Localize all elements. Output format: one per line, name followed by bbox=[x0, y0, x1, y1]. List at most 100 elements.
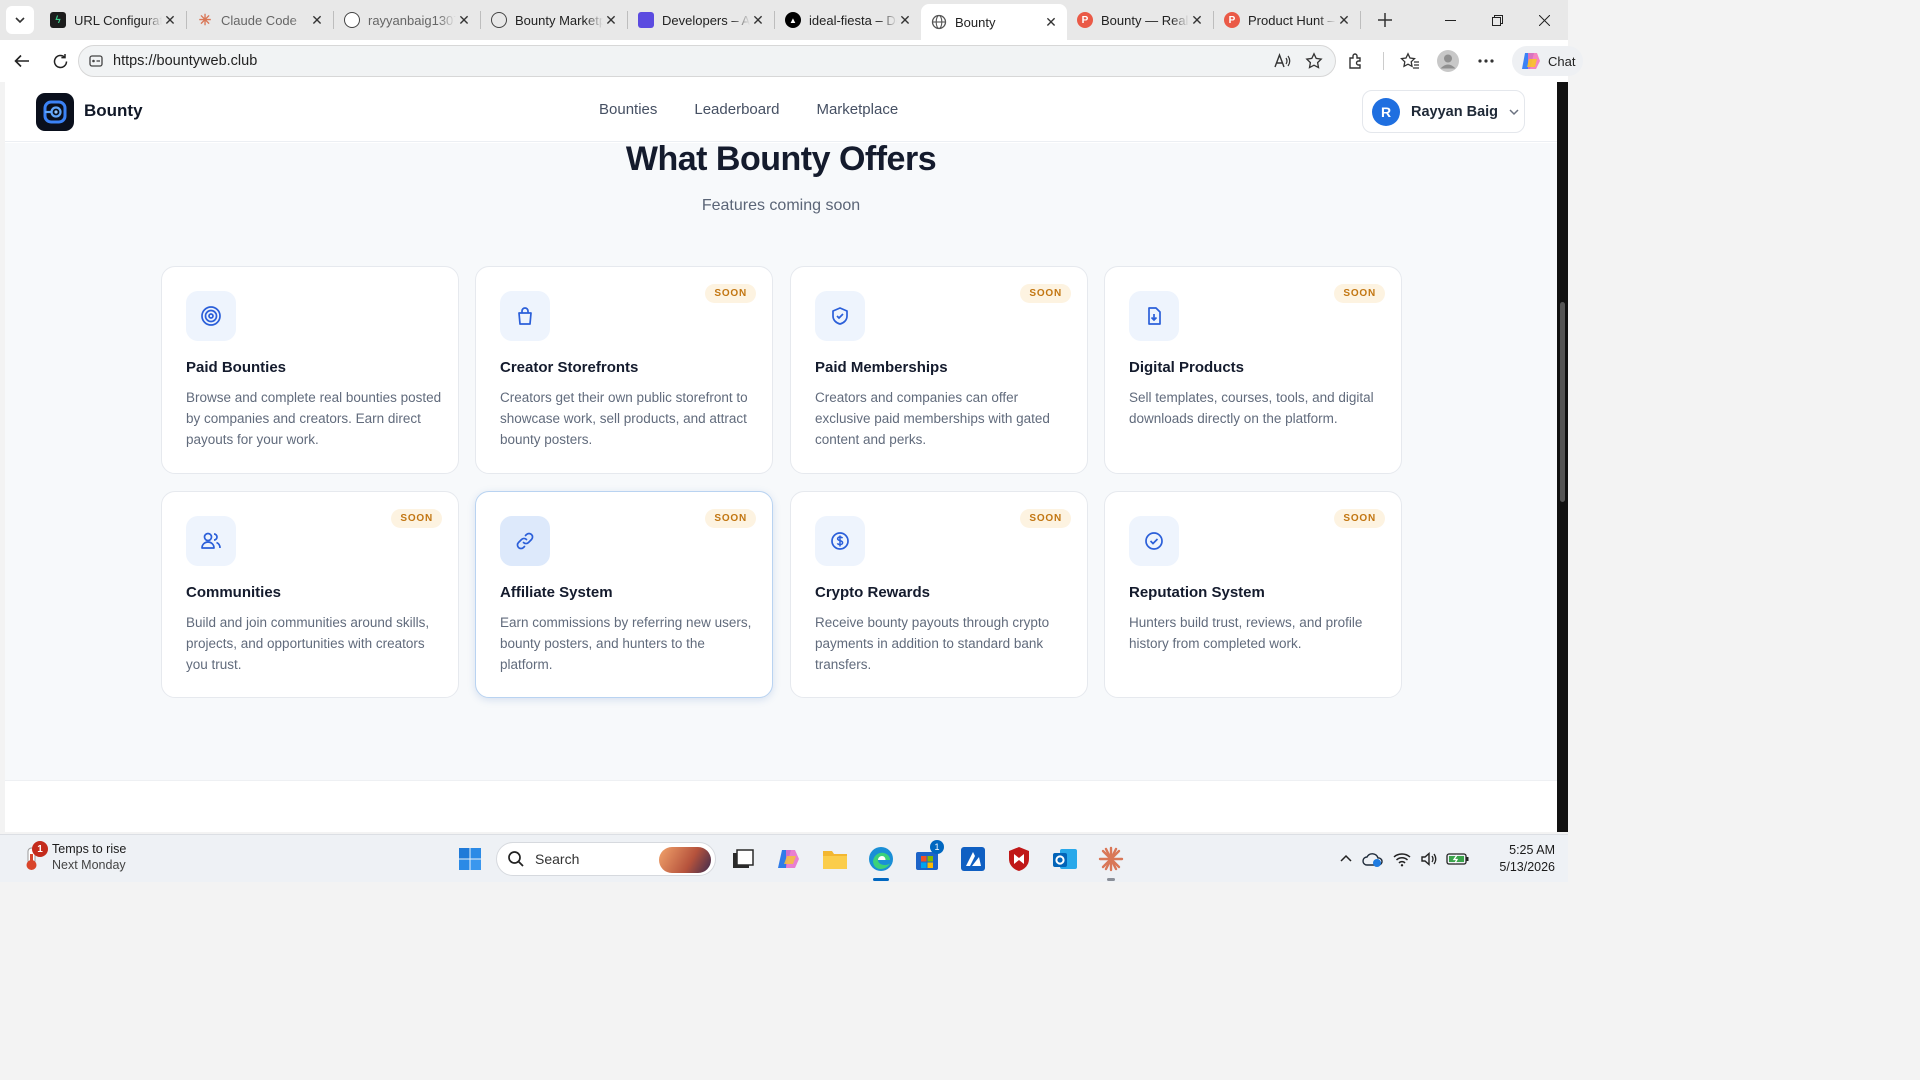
shield-check-icon bbox=[832, 307, 848, 325]
nav-marketplace[interactable]: Marketplace bbox=[816, 101, 898, 118]
browser-tab[interactable]: Developers – API ✕ bbox=[628, 4, 774, 36]
feature-card-digital-products[interactable]: SOON Digital Products Sell templates, co… bbox=[1104, 266, 1402, 474]
outlook-button[interactable] bbox=[1046, 840, 1084, 878]
copilot-chat-button[interactable]: Chat bbox=[1512, 46, 1584, 76]
start-button[interactable] bbox=[452, 841, 488, 877]
browser-tab-active[interactable]: Bounty ✕ bbox=[921, 4, 1067, 40]
wifi-icon[interactable] bbox=[1392, 851, 1412, 867]
windows-taskbar: 1 Temps to rise Next Monday Search 1 5:2… bbox=[0, 834, 1568, 882]
copilot-icon bbox=[1522, 53, 1540, 69]
arrow-left-icon bbox=[14, 54, 29, 68]
feature-title: Digital Products bbox=[1129, 359, 1245, 376]
browser-tab[interactable]: ϟ URL Configuration ✕ bbox=[40, 4, 186, 36]
close-tab-icon[interactable]: ✕ bbox=[897, 12, 913, 29]
tab-title: Claude Code bbox=[221, 12, 297, 28]
nav-leaderboard[interactable]: Leaderboard bbox=[694, 101, 779, 118]
close-tab-icon[interactable]: ✕ bbox=[1336, 12, 1352, 29]
new-tab-button[interactable] bbox=[1367, 6, 1403, 34]
page-viewport: Bounty Bounties Leaderboard Marketplace … bbox=[5, 82, 1557, 832]
close-tab-icon[interactable]: ✕ bbox=[456, 12, 472, 29]
users-icon bbox=[201, 532, 221, 549]
running-indicator bbox=[873, 878, 889, 881]
page-scrollbar[interactable] bbox=[1557, 82, 1568, 832]
feature-description: Sell templates, courses, tools, and digi… bbox=[1129, 390, 1374, 426]
system-tray bbox=[1338, 841, 1470, 877]
volume-icon[interactable] bbox=[1420, 851, 1438, 867]
browser-tab[interactable]: rayyanbaig1307 ✕ bbox=[334, 4, 480, 36]
mcafee-button[interactable] bbox=[1000, 840, 1038, 878]
feature-icon-box bbox=[815, 291, 865, 341]
brand-name[interactable]: Bounty bbox=[84, 101, 143, 121]
browser-tab[interactable]: ▲ ideal-fiesta – Deployment ✕ bbox=[775, 4, 921, 36]
soon-badge: SOON bbox=[1020, 284, 1071, 303]
close-tab-icon[interactable]: ✕ bbox=[750, 12, 766, 29]
battery-charging-icon[interactable] bbox=[1446, 852, 1470, 866]
nav-bounties[interactable]: Bounties bbox=[599, 101, 657, 118]
tab-actions-button[interactable] bbox=[6, 6, 34, 34]
close-window-button[interactable] bbox=[1521, 0, 1568, 40]
settings-more-button[interactable] bbox=[1470, 45, 1502, 77]
profile-button[interactable] bbox=[1432, 45, 1464, 77]
tab-separator bbox=[1378, 45, 1388, 77]
favorites-button[interactable] bbox=[1394, 45, 1426, 77]
onedrive-icon[interactable] bbox=[1362, 850, 1384, 868]
back-button[interactable] bbox=[4, 45, 40, 77]
app-tile-icon bbox=[961, 847, 985, 871]
close-tab-icon[interactable]: ✕ bbox=[1189, 12, 1205, 29]
system-clock[interactable]: 5:25 AM 5/13/2026 bbox=[1487, 842, 1555, 876]
microsoft-store-button[interactable]: 1 bbox=[908, 840, 946, 878]
feature-title: Paid Bounties bbox=[186, 359, 287, 376]
feature-title: Creator Storefronts bbox=[500, 359, 639, 376]
task-view-button[interactable] bbox=[724, 840, 762, 878]
restore-button[interactable] bbox=[1474, 0, 1521, 40]
browser-tab[interactable]: Bounty Marketplace ✕ bbox=[481, 4, 627, 36]
feature-icon-box bbox=[1129, 291, 1179, 341]
feature-title: Paid Memberships bbox=[815, 359, 948, 376]
feature-card-paid-bounties[interactable]: Paid Bounties Browse and complete real b… bbox=[161, 266, 459, 474]
close-tab-icon[interactable]: ✕ bbox=[1043, 14, 1059, 31]
close-tab-icon[interactable]: ✕ bbox=[309, 12, 325, 29]
browser-tab[interactable]: ✳ Claude Code ✕ bbox=[187, 4, 333, 36]
edge-browser-button[interactable] bbox=[862, 840, 900, 881]
more-horizontal-icon bbox=[1478, 59, 1494, 63]
github-favicon bbox=[344, 12, 360, 28]
target-icon bbox=[201, 306, 221, 326]
extensions-button[interactable] bbox=[1340, 45, 1372, 77]
read-aloud-icon[interactable] bbox=[1273, 53, 1291, 69]
soon-badge: SOON bbox=[705, 284, 756, 303]
azure-vpn-button[interactable] bbox=[954, 840, 992, 878]
close-tab-icon[interactable]: ✕ bbox=[162, 12, 178, 29]
taskbar-search[interactable]: Search bbox=[496, 842, 716, 876]
weather-widget[interactable]: 1 Temps to rise Next Monday bbox=[20, 841, 126, 873]
feature-card-communities[interactable]: SOON Communities Build and join communit… bbox=[161, 491, 459, 698]
browser-tab[interactable]: P Product Hunt – The best new products ✕ bbox=[1214, 4, 1360, 36]
copilot-app-button[interactable] bbox=[770, 840, 808, 878]
feature-icon-box bbox=[815, 516, 865, 566]
feature-card-crypto-rewards[interactable]: SOON Crypto Rewards Receive bounty payou… bbox=[790, 491, 1088, 698]
chevron-up-icon[interactable] bbox=[1338, 851, 1354, 867]
bounty-logo[interactable] bbox=[36, 93, 74, 131]
claude-app-button[interactable] bbox=[1092, 840, 1130, 881]
user-menu-button[interactable]: R Rayyan Baig bbox=[1362, 90, 1525, 133]
feature-card-paid-memberships[interactable]: SOON Paid Memberships Creators and compa… bbox=[790, 266, 1088, 474]
site-info-icon[interactable] bbox=[89, 54, 103, 68]
address-bar[interactable]: https://bountyweb.club bbox=[78, 45, 1336, 77]
close-icon bbox=[1539, 14, 1550, 26]
feature-card-reputation-system[interactable]: SOON Reputation System Hunters build tru… bbox=[1104, 491, 1402, 698]
store-notification-badge: 1 bbox=[930, 840, 944, 854]
scrollbar-thumb[interactable] bbox=[1560, 302, 1565, 502]
file-explorer-button[interactable] bbox=[816, 840, 854, 878]
close-tab-icon[interactable]: ✕ bbox=[603, 12, 619, 29]
refresh-button[interactable] bbox=[42, 45, 78, 77]
favorite-star-icon[interactable] bbox=[1305, 52, 1323, 70]
feature-card-creator-storefronts[interactable]: SOON Creator Storefronts Creators get th… bbox=[475, 266, 773, 474]
search-highlight-image bbox=[659, 847, 711, 873]
url-text[interactable]: https://bountyweb.club bbox=[113, 53, 257, 69]
claude-favicon: ✳ bbox=[198, 12, 212, 29]
feature-card-affiliate-system[interactable]: SOON Affiliate System Earn commissions b… bbox=[475, 491, 773, 698]
minimize-button[interactable] bbox=[1427, 0, 1474, 40]
notification-badge: 1 bbox=[32, 841, 48, 857]
soon-badge: SOON bbox=[1020, 509, 1071, 528]
browser-tab[interactable]: P Bounty — Real Work ✕ bbox=[1067, 4, 1213, 36]
feature-icon-box bbox=[186, 291, 236, 341]
